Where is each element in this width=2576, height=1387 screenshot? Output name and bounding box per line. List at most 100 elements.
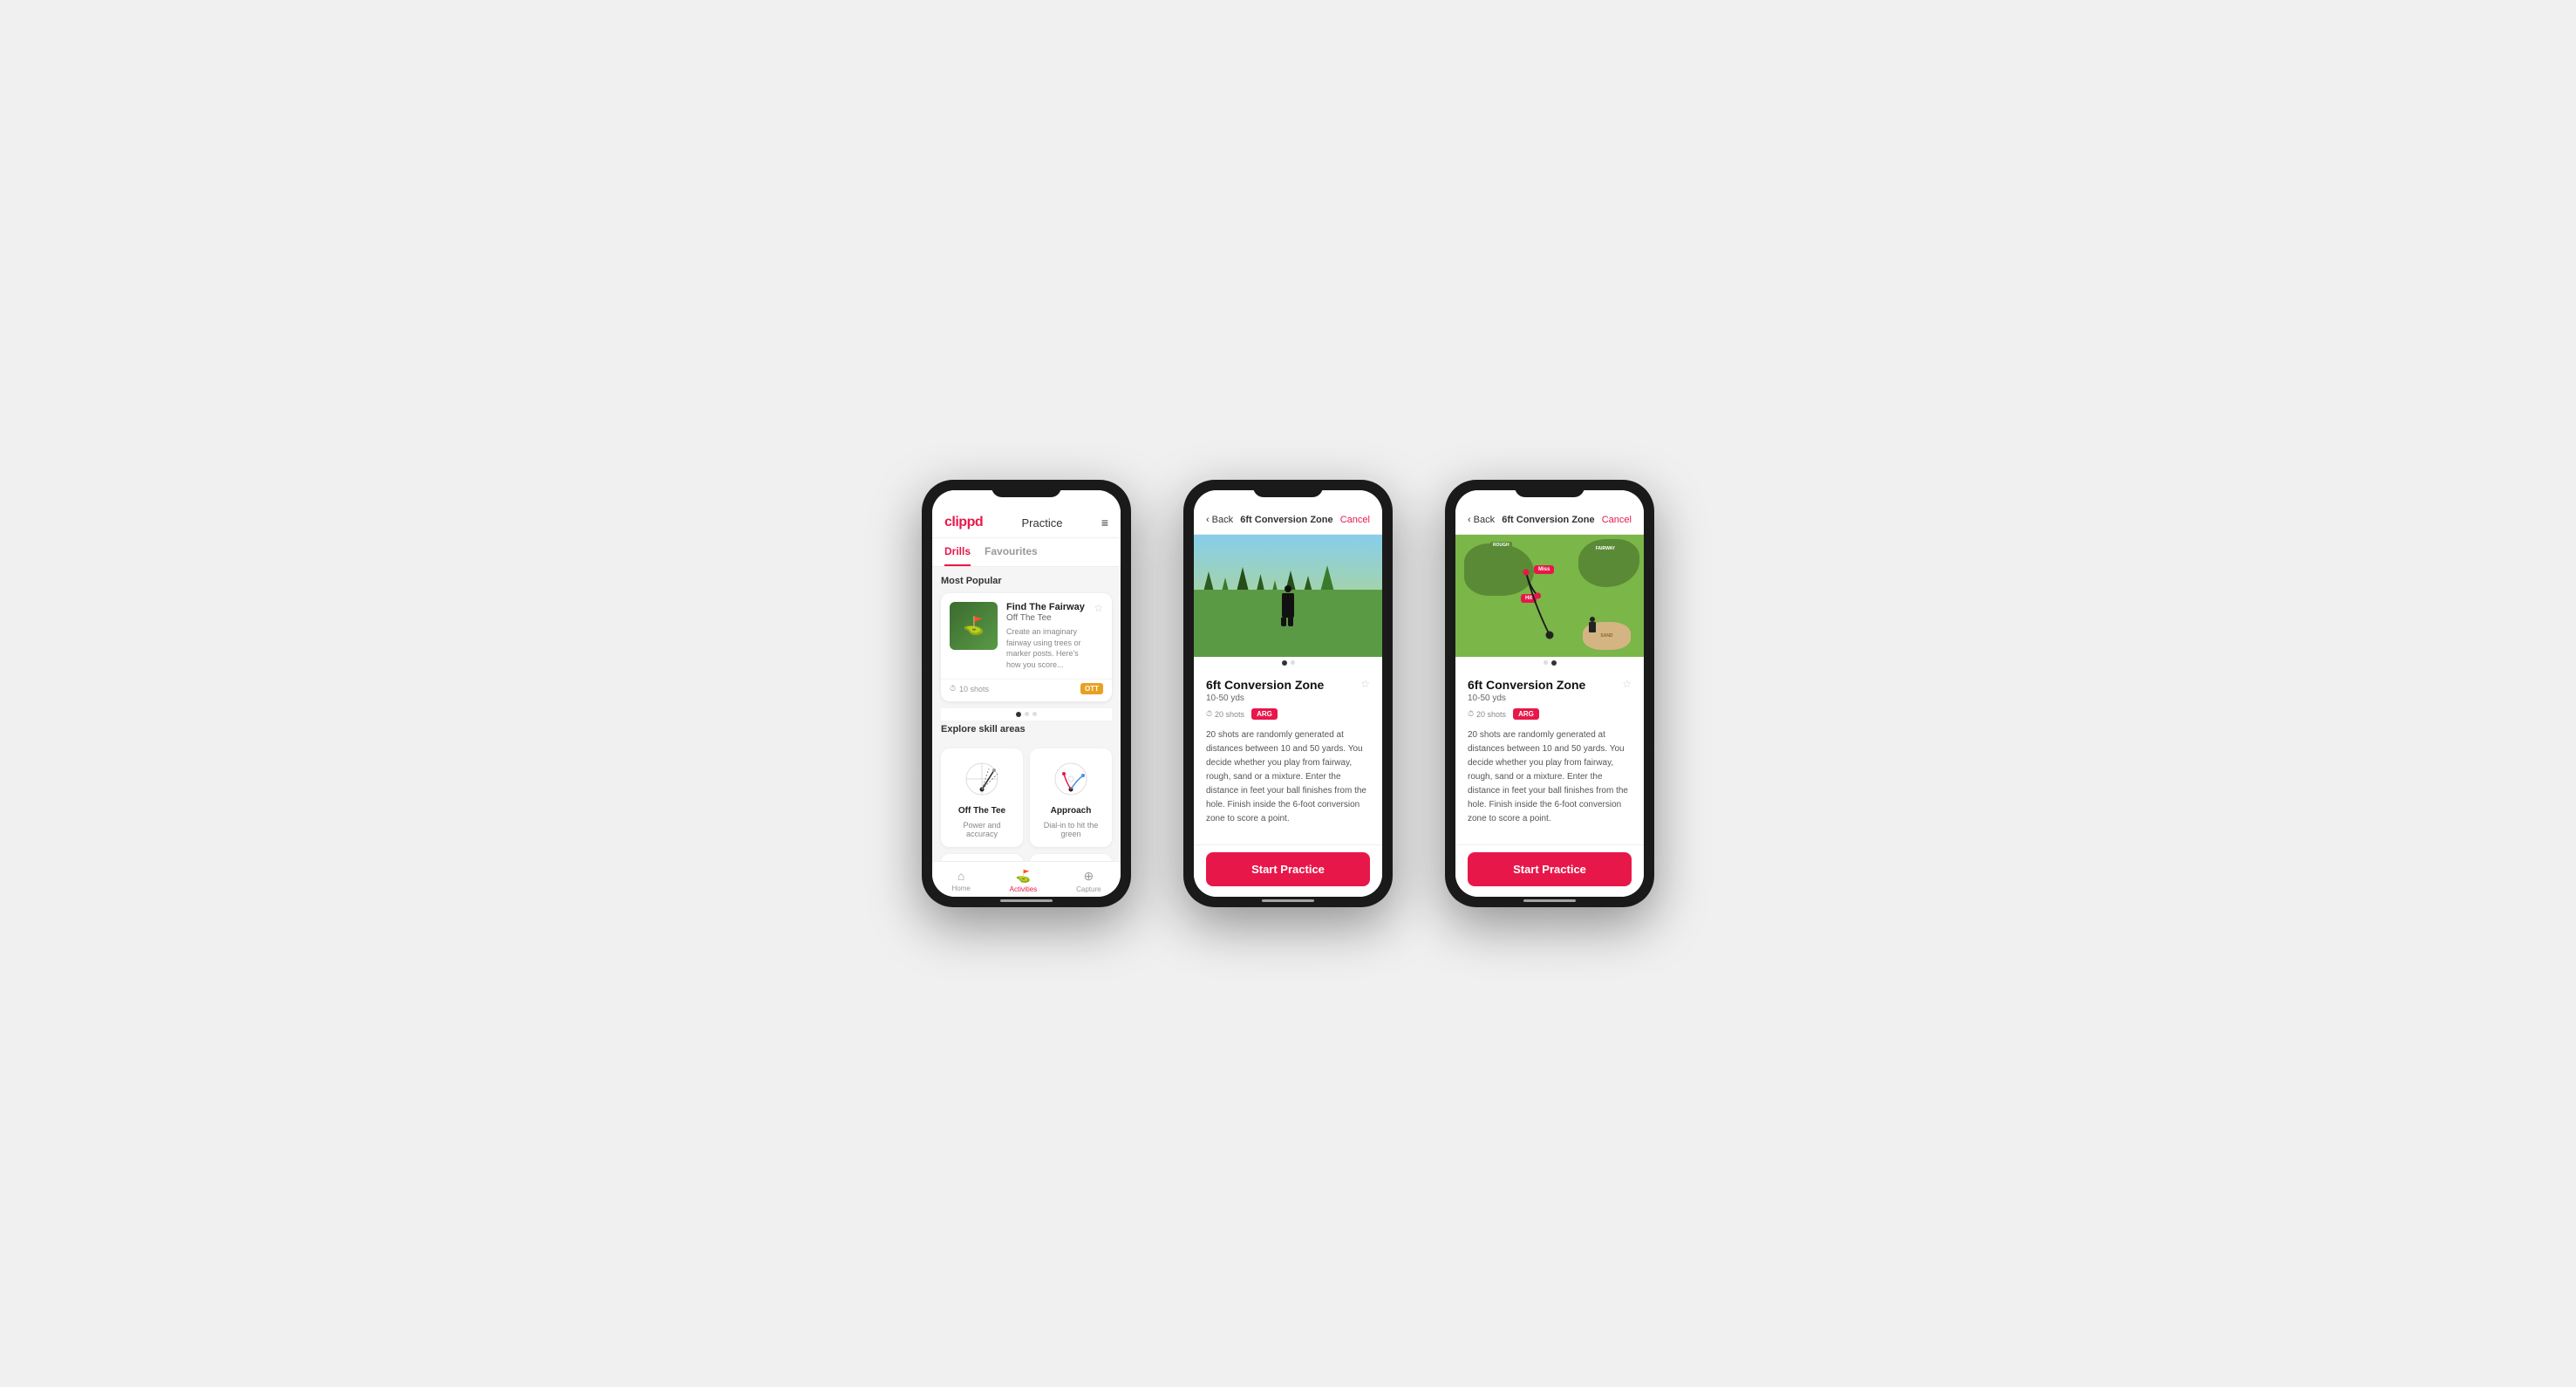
drill-title-3: 6ft Conversion Zone	[1468, 678, 1585, 692]
shots-count: ⏱ 20 shots	[1206, 709, 1244, 719]
clock-icon: ⏱	[950, 684, 956, 694]
chevron-left-icon-3: ‹	[1468, 515, 1471, 525]
dot-1	[1016, 712, 1021, 717]
nav-activities[interactable]: ⛳ Activities	[1010, 869, 1038, 893]
favourite-star-icon[interactable]: ☆	[1360, 678, 1370, 690]
phone-1: clippd Practice ≡ Drills Favourites Most…	[922, 480, 1131, 907]
cancel-button[interactable]: Cancel	[1340, 515, 1370, 525]
menu-icon[interactable]: ≡	[1101, 516, 1108, 530]
home-indicator-3	[1523, 899, 1576, 902]
title-block: 6ft Conversion Zone 10-50 yds	[1206, 678, 1324, 703]
golf-photo-scene	[1194, 535, 1382, 657]
golfer-body	[1282, 593, 1294, 618]
skill-card-off-tee[interactable]: Off The Tee Power and accuracy	[941, 748, 1023, 847]
activities-icon: ⛳	[1016, 869, 1031, 884]
tab-favourites[interactable]: Favourites	[985, 538, 1038, 566]
app-header: clippd Practice ≡	[932, 490, 1121, 538]
home-indicator	[1000, 899, 1053, 902]
drill-thumb-image	[950, 602, 998, 650]
phone-notch	[1253, 480, 1323, 497]
detail-footer-3: Start Practice	[1455, 844, 1644, 897]
phone-3: ‹ Back 6ft Conversion Zone Cancel FAIRWA…	[1445, 480, 1654, 907]
app-logo: clippd	[944, 515, 983, 530]
approach-icon	[1050, 758, 1092, 800]
phone-3-screen: ‹ Back 6ft Conversion Zone Cancel FAIRWA…	[1455, 490, 1644, 897]
drill-card-find-fairway[interactable]: Find The Fairway Off The Tee Create an i…	[941, 593, 1112, 701]
golfer-figure	[1281, 585, 1295, 626]
skill-desc-off-tee: Power and accuracy	[950, 821, 1014, 838]
timer-icon-3: ⏱	[1468, 709, 1474, 719]
phone-1-screen: clippd Practice ≡ Drills Favourites Most…	[932, 490, 1121, 897]
chevron-left-icon: ‹	[1206, 515, 1210, 525]
drill-detail-content-3: 6ft Conversion Zone 10-50 yds ☆ ⏱ 20 sho…	[1455, 669, 1644, 844]
image-carousel-dots-3	[1455, 657, 1644, 669]
detail-meta: ⏱ 20 shots ARG	[1206, 708, 1370, 720]
phone-notch	[1515, 480, 1584, 497]
timer-icon: ⏱	[1206, 709, 1212, 719]
golfer-leg-l	[1281, 618, 1286, 626]
drill-title: 6ft Conversion Zone	[1206, 678, 1324, 692]
off-tee-icon-area	[960, 757, 1004, 801]
approach-icon-area	[1049, 757, 1093, 801]
drill-description: Create an imaginary fairway using trees …	[1006, 626, 1085, 670]
skill-desc-approach: Dial-in to hit the green	[1039, 821, 1103, 838]
detail-footer: Start Practice	[1194, 844, 1382, 897]
favourite-icon[interactable]: ☆	[1094, 602, 1103, 614]
skill-name-approach: Approach	[1051, 806, 1092, 816]
golfer-legs	[1281, 618, 1295, 626]
start-practice-button[interactable]: Start Practice	[1206, 852, 1370, 886]
phone-2-screen: ‹ Back 6ft Conversion Zone Cancel	[1194, 490, 1382, 897]
detail-meta-3: ⏱ 20 shots ARG	[1468, 708, 1632, 720]
title-block-3: 6ft Conversion Zone 10-50 yds	[1468, 678, 1585, 703]
drill-description-text: 20 shots are randomly generated at dista…	[1206, 728, 1370, 826]
title-row-3: 6ft Conversion Zone 10-50 yds ☆	[1468, 678, 1632, 703]
drill-thumbnail	[950, 602, 998, 650]
off-tee-icon	[961, 758, 1003, 800]
cancel-button-3[interactable]: Cancel	[1602, 515, 1632, 525]
drill-range-3: 10-50 yds	[1468, 694, 1585, 703]
start-practice-button-3[interactable]: Start Practice	[1468, 852, 1632, 886]
drill-info: Find The Fairway Off The Tee Create an i…	[1006, 602, 1085, 670]
golfer-leg-r	[1288, 618, 1293, 626]
drill-subtitle: Off The Tee	[1006, 613, 1085, 623]
home-label: Home	[951, 885, 970, 892]
phone-2: ‹ Back 6ft Conversion Zone Cancel	[1183, 480, 1393, 907]
back-button-3[interactable]: ‹ Back	[1468, 515, 1495, 525]
phone-notch	[992, 480, 1061, 497]
drill-footer: ⏱ 10 shots OTT	[941, 679, 1112, 701]
skill-card-around-green[interactable]: Around The Green Hone your short game	[941, 854, 1023, 861]
drill-name: Find The Fairway	[1006, 602, 1085, 612]
capture-icon: ⊕	[1083, 869, 1094, 884]
back-button[interactable]: ‹ Back	[1206, 515, 1233, 525]
skill-tag-3: ARG	[1513, 708, 1539, 720]
drill-range: 10-50 yds	[1206, 694, 1324, 703]
header-title: Practice	[1021, 516, 1062, 530]
img-dot-3-2	[1551, 660, 1557, 666]
drill-detail-content: 6ft Conversion Zone 10-50 yds ☆ ⏱ 20 sho…	[1194, 669, 1382, 844]
phones-container: clippd Practice ≡ Drills Favourites Most…	[922, 480, 1654, 907]
trajectory-svg	[1455, 535, 1644, 657]
bottom-nav: ⌂ Home ⛳ Activities ⊕ Capture	[932, 861, 1121, 897]
nav-home[interactable]: ⌂ Home	[951, 869, 970, 893]
home-indicator	[1262, 899, 1314, 902]
capture-label: Capture	[1076, 885, 1101, 893]
most-popular-label: Most Popular	[941, 576, 1112, 586]
tab-drills[interactable]: Drills	[944, 538, 971, 566]
img-dot-2	[1291, 660, 1295, 665]
carousel-dots	[941, 708, 1112, 721]
skill-grid: Off The Tee Power and accuracy	[941, 748, 1112, 861]
map-golfer-body	[1589, 622, 1596, 632]
skill-card-putting[interactable]: Putting Make and lag practice	[1030, 854, 1112, 861]
skill-name-off-tee: Off The Tee	[958, 806, 1005, 816]
home-icon: ⌂	[957, 869, 964, 883]
drill-shots: ⏱ 10 shots	[950, 684, 989, 694]
img-dot-1	[1282, 660, 1287, 666]
nav-title-3: 6ft Conversion Zone	[1502, 515, 1594, 525]
image-carousel-dots	[1194, 657, 1382, 669]
skill-card-approach[interactable]: Approach Dial-in to hit the green	[1030, 748, 1112, 847]
shots-count-3: ⏱ 20 shots	[1468, 709, 1506, 719]
practice-content: Most Popular Find The Fairway Off The Te…	[932, 567, 1121, 861]
nav-capture[interactable]: ⊕ Capture	[1076, 869, 1101, 893]
favourite-star-icon-3[interactable]: ☆	[1622, 678, 1632, 690]
golf-map-scene: FAIRWAY ROUGH SAND Miss Hit	[1455, 535, 1644, 657]
